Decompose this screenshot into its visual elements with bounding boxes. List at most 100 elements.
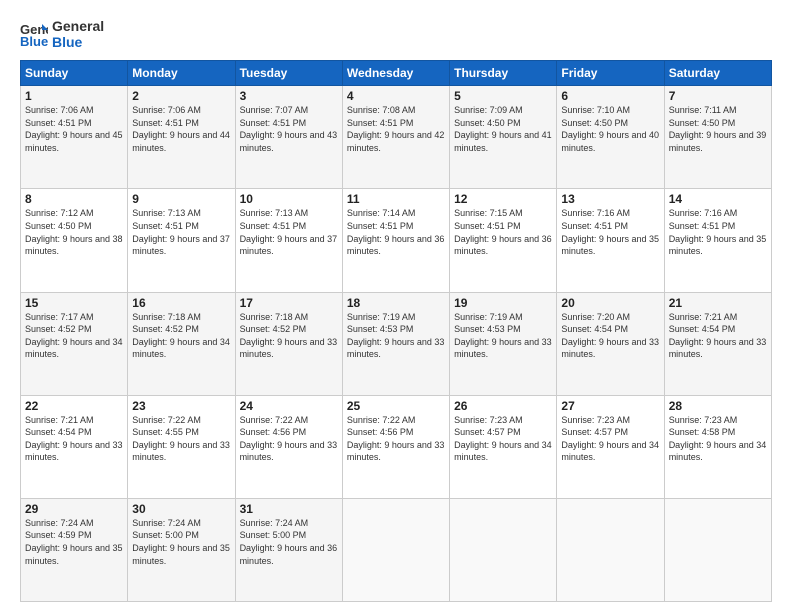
day-number: 12 (454, 192, 552, 206)
calendar-cell (557, 498, 664, 601)
day-number: 14 (669, 192, 767, 206)
calendar-cell: 31 Sunrise: 7:24 AMSunset: 5:00 PMDaylig… (235, 498, 342, 601)
day-info: Sunrise: 7:19 AMSunset: 4:53 PMDaylight:… (454, 311, 552, 361)
day-number: 17 (240, 296, 338, 310)
day-info: Sunrise: 7:13 AMSunset: 4:51 PMDaylight:… (240, 207, 338, 257)
calendar-cell: 19 Sunrise: 7:19 AMSunset: 4:53 PMDaylig… (450, 292, 557, 395)
day-info: Sunrise: 7:24 AMSunset: 4:59 PMDaylight:… (25, 517, 123, 567)
calendar-cell: 26 Sunrise: 7:23 AMSunset: 4:57 PMDaylig… (450, 395, 557, 498)
calendar-cell: 28 Sunrise: 7:23 AMSunset: 4:58 PMDaylig… (664, 395, 771, 498)
calendar-cell: 1 Sunrise: 7:06 AMSunset: 4:51 PMDayligh… (21, 86, 128, 189)
day-number: 23 (132, 399, 230, 413)
day-number: 2 (132, 89, 230, 103)
day-number: 20 (561, 296, 659, 310)
day-number: 22 (25, 399, 123, 413)
day-number: 31 (240, 502, 338, 516)
day-number: 9 (132, 192, 230, 206)
day-number: 6 (561, 89, 659, 103)
day-number: 29 (25, 502, 123, 516)
calendar-cell: 5 Sunrise: 7:09 AMSunset: 4:50 PMDayligh… (450, 86, 557, 189)
calendar-cell: 6 Sunrise: 7:10 AMSunset: 4:50 PMDayligh… (557, 86, 664, 189)
day-info: Sunrise: 7:15 AMSunset: 4:51 PMDaylight:… (454, 207, 552, 257)
day-info: Sunrise: 7:24 AMSunset: 5:00 PMDaylight:… (240, 517, 338, 567)
calendar-cell: 25 Sunrise: 7:22 AMSunset: 4:56 PMDaylig… (342, 395, 449, 498)
day-info: Sunrise: 7:10 AMSunset: 4:50 PMDaylight:… (561, 104, 659, 154)
calendar-cell: 30 Sunrise: 7:24 AMSunset: 5:00 PMDaylig… (128, 498, 235, 601)
day-info: Sunrise: 7:22 AMSunset: 4:56 PMDaylight:… (240, 414, 338, 464)
day-info: Sunrise: 7:13 AMSunset: 4:51 PMDaylight:… (132, 207, 230, 257)
svg-text:Blue: Blue (20, 34, 48, 48)
day-number: 21 (669, 296, 767, 310)
header-day-saturday: Saturday (664, 61, 771, 86)
calendar-cell: 29 Sunrise: 7:24 AMSunset: 4:59 PMDaylig… (21, 498, 128, 601)
day-number: 10 (240, 192, 338, 206)
calendar-cell: 17 Sunrise: 7:18 AMSunset: 4:52 PMDaylig… (235, 292, 342, 395)
day-number: 19 (454, 296, 552, 310)
day-info: Sunrise: 7:12 AMSunset: 4:50 PMDaylight:… (25, 207, 123, 257)
week-row-4: 22 Sunrise: 7:21 AMSunset: 4:54 PMDaylig… (21, 395, 772, 498)
day-info: Sunrise: 7:22 AMSunset: 4:56 PMDaylight:… (347, 414, 445, 464)
day-info: Sunrise: 7:23 AMSunset: 4:57 PMDaylight:… (454, 414, 552, 464)
week-row-3: 15 Sunrise: 7:17 AMSunset: 4:52 PMDaylig… (21, 292, 772, 395)
calendar-cell: 14 Sunrise: 7:16 AMSunset: 4:51 PMDaylig… (664, 189, 771, 292)
calendar-cell: 12 Sunrise: 7:15 AMSunset: 4:51 PMDaylig… (450, 189, 557, 292)
header-day-tuesday: Tuesday (235, 61, 342, 86)
calendar-cell: 24 Sunrise: 7:22 AMSunset: 4:56 PMDaylig… (235, 395, 342, 498)
day-number: 18 (347, 296, 445, 310)
header-day-wednesday: Wednesday (342, 61, 449, 86)
day-number: 1 (25, 89, 123, 103)
day-number: 8 (25, 192, 123, 206)
day-info: Sunrise: 7:17 AMSunset: 4:52 PMDaylight:… (25, 311, 123, 361)
day-info: Sunrise: 7:16 AMSunset: 4:51 PMDaylight:… (561, 207, 659, 257)
page: General Blue General Blue SundayMondayTu… (0, 0, 792, 612)
day-number: 25 (347, 399, 445, 413)
calendar-cell: 27 Sunrise: 7:23 AMSunset: 4:57 PMDaylig… (557, 395, 664, 498)
header-day-thursday: Thursday (450, 61, 557, 86)
logo: General Blue General Blue (20, 18, 104, 50)
day-number: 5 (454, 89, 552, 103)
calendar-header: SundayMondayTuesdayWednesdayThursdayFrid… (21, 61, 772, 86)
calendar-cell: 2 Sunrise: 7:06 AMSunset: 4:51 PMDayligh… (128, 86, 235, 189)
day-number: 27 (561, 399, 659, 413)
day-info: Sunrise: 7:14 AMSunset: 4:51 PMDaylight:… (347, 207, 445, 257)
week-row-2: 8 Sunrise: 7:12 AMSunset: 4:50 PMDayligh… (21, 189, 772, 292)
calendar-cell: 13 Sunrise: 7:16 AMSunset: 4:51 PMDaylig… (557, 189, 664, 292)
day-info: Sunrise: 7:23 AMSunset: 4:57 PMDaylight:… (561, 414, 659, 464)
logo-line2: Blue (52, 34, 104, 50)
calendar-cell: 9 Sunrise: 7:13 AMSunset: 4:51 PMDayligh… (128, 189, 235, 292)
day-number: 13 (561, 192, 659, 206)
day-number: 7 (669, 89, 767, 103)
calendar-cell: 20 Sunrise: 7:20 AMSunset: 4:54 PMDaylig… (557, 292, 664, 395)
day-number: 4 (347, 89, 445, 103)
day-info: Sunrise: 7:16 AMSunset: 4:51 PMDaylight:… (669, 207, 767, 257)
calendar-cell (342, 498, 449, 601)
calendar-cell (664, 498, 771, 601)
calendar-table: SundayMondayTuesdayWednesdayThursdayFrid… (20, 60, 772, 602)
day-info: Sunrise: 7:22 AMSunset: 4:55 PMDaylight:… (132, 414, 230, 464)
day-info: Sunrise: 7:21 AMSunset: 4:54 PMDaylight:… (669, 311, 767, 361)
day-number: 26 (454, 399, 552, 413)
day-info: Sunrise: 7:21 AMSunset: 4:54 PMDaylight:… (25, 414, 123, 464)
logo-line1: General (52, 18, 104, 34)
day-number: 28 (669, 399, 767, 413)
header-day-monday: Monday (128, 61, 235, 86)
day-number: 30 (132, 502, 230, 516)
calendar-cell (450, 498, 557, 601)
calendar-cell: 11 Sunrise: 7:14 AMSunset: 4:51 PMDaylig… (342, 189, 449, 292)
day-number: 16 (132, 296, 230, 310)
calendar-body: 1 Sunrise: 7:06 AMSunset: 4:51 PMDayligh… (21, 86, 772, 602)
calendar-cell: 7 Sunrise: 7:11 AMSunset: 4:50 PMDayligh… (664, 86, 771, 189)
day-number: 3 (240, 89, 338, 103)
day-info: Sunrise: 7:20 AMSunset: 4:54 PMDaylight:… (561, 311, 659, 361)
week-row-5: 29 Sunrise: 7:24 AMSunset: 4:59 PMDaylig… (21, 498, 772, 601)
day-info: Sunrise: 7:08 AMSunset: 4:51 PMDaylight:… (347, 104, 445, 154)
day-info: Sunrise: 7:18 AMSunset: 4:52 PMDaylight:… (240, 311, 338, 361)
header: General Blue General Blue (20, 18, 772, 50)
day-info: Sunrise: 7:06 AMSunset: 4:51 PMDaylight:… (25, 104, 123, 154)
logo-icon: General Blue (20, 20, 48, 48)
header-day-friday: Friday (557, 61, 664, 86)
day-info: Sunrise: 7:11 AMSunset: 4:50 PMDaylight:… (669, 104, 767, 154)
calendar-cell: 3 Sunrise: 7:07 AMSunset: 4:51 PMDayligh… (235, 86, 342, 189)
calendar-cell: 22 Sunrise: 7:21 AMSunset: 4:54 PMDaylig… (21, 395, 128, 498)
day-info: Sunrise: 7:24 AMSunset: 5:00 PMDaylight:… (132, 517, 230, 567)
